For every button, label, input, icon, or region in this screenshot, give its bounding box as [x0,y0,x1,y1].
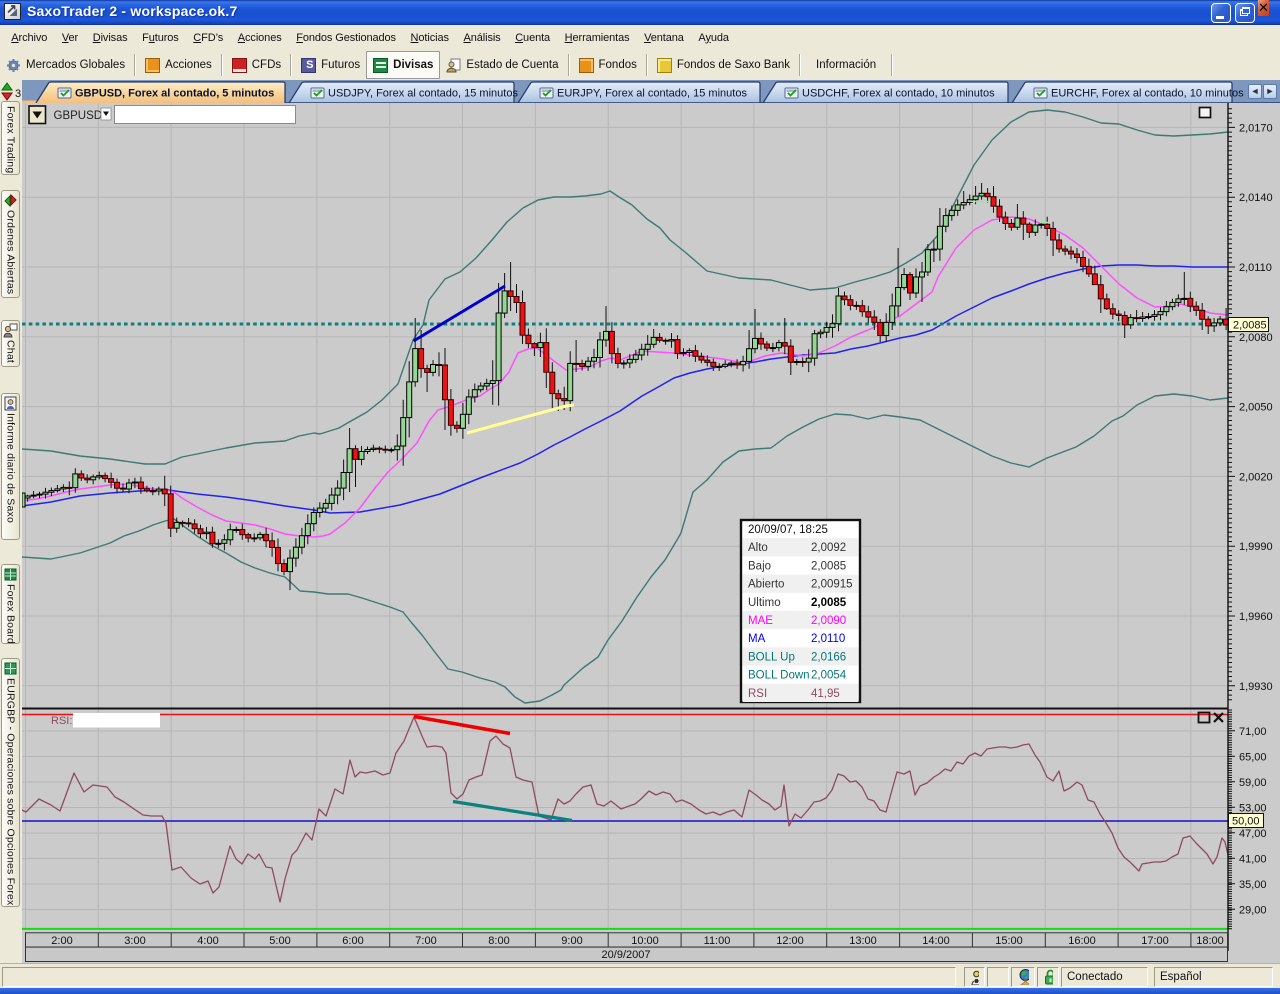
svg-text:2,0092: 2,0092 [811,542,846,554]
svg-text:18:00: 18:00 [1196,935,1224,947]
svg-text:29,00: 29,00 [1239,904,1267,916]
svg-text:BOLL Up: BOLL Up [748,651,795,663]
svg-text:3:00: 3:00 [124,935,145,947]
svg-text:13:00: 13:00 [849,935,877,947]
svg-text:Abierto: Abierto [748,579,784,591]
svg-text:47,00: 47,00 [1239,828,1267,840]
svg-text:41,00: 41,00 [1239,853,1267,865]
svg-text:2,00915: 2,00915 [811,579,853,591]
svg-text:USDCHF, Forex al contado, 10 m: USDCHF, Forex al contado, 10 minutos [802,88,995,100]
svg-text:35,00: 35,00 [1239,879,1267,891]
svg-text:2,0140: 2,0140 [1239,192,1273,204]
svg-text:GBPUSD: GBPUSD [54,110,103,122]
svg-text:2,0085: 2,0085 [811,560,846,572]
svg-text:12:00: 12:00 [776,935,804,947]
svg-text:BOLL Down: BOLL Down [748,670,810,682]
svg-text:10:00: 10:00 [631,935,659,947]
svg-text:65,00: 65,00 [1239,751,1267,763]
svg-text:2,0020: 2,0020 [1239,471,1273,483]
svg-text:2,0050: 2,0050 [1239,402,1273,414]
svg-text:5:00: 5:00 [269,935,290,947]
svg-text:2,0110: 2,0110 [1239,262,1272,274]
svg-text:RSI:: RSI: [51,715,72,727]
svg-text:8:00: 8:00 [488,935,509,947]
svg-text:15:00: 15:00 [995,935,1023,947]
svg-text:Ultimo: Ultimo [748,597,781,609]
svg-text:Alto: Alto [748,542,768,554]
svg-text:1,9960: 1,9960 [1239,611,1273,623]
svg-text:4:00: 4:00 [197,935,218,947]
svg-text:20/9/2007: 20/9/2007 [602,949,651,961]
svg-text:EURCHF, Forex al contado, 10 m: EURCHF, Forex al contado, 10 minutos [1051,88,1244,100]
svg-text:RSI: RSI [748,688,767,700]
svg-text:2,0090: 2,0090 [811,615,846,627]
svg-text:6:00: 6:00 [342,935,363,947]
svg-text:GBPUSD, Forex al contado, 5 mi: GBPUSD, Forex al contado, 5 minutos [75,88,274,100]
svg-text:2,0166: 2,0166 [811,651,846,663]
svg-text:MAE: MAE [748,615,773,627]
svg-text:50,00: 50,00 [1232,816,1260,828]
svg-text:20/09/07, 18:25: 20/09/07, 18:25 [748,524,828,536]
svg-text:2,0054: 2,0054 [811,670,847,682]
svg-text:2,0080: 2,0080 [1239,332,1273,344]
svg-text:MA: MA [748,633,766,645]
svg-text:2,0170: 2,0170 [1239,122,1273,134]
svg-text:3: 3 [15,88,21,100]
svg-text:EURJPY, Forex al contado, 15 m: EURJPY, Forex al contado, 15 minutos [557,88,747,100]
svg-text:11:00: 11:00 [704,935,731,947]
svg-text:2,0110: 2,0110 [811,633,845,645]
svg-text:14:00: 14:00 [922,935,950,947]
svg-text:53,00: 53,00 [1239,802,1267,814]
svg-text:17:00: 17:00 [1141,935,1169,947]
svg-text:71,00: 71,00 [1239,726,1267,738]
svg-text:2,0085: 2,0085 [811,597,847,609]
svg-text:2,0085: 2,0085 [1233,320,1267,332]
svg-text:1,9990: 1,9990 [1239,541,1273,553]
svg-text:USDJPY, Forex al contado, 15 m: USDJPY, Forex al contado, 15 minutos [328,88,518,100]
svg-text:9:00: 9:00 [561,935,582,947]
svg-text:1,9930: 1,9930 [1239,681,1273,693]
svg-text:7:00: 7:00 [415,935,436,947]
svg-text:16:00: 16:00 [1068,935,1096,947]
svg-text:59,00: 59,00 [1239,777,1267,789]
svg-text:41,95: 41,95 [811,688,840,700]
svg-text:2:00: 2:00 [51,935,72,947]
svg-text:Bajo: Bajo [748,560,771,572]
